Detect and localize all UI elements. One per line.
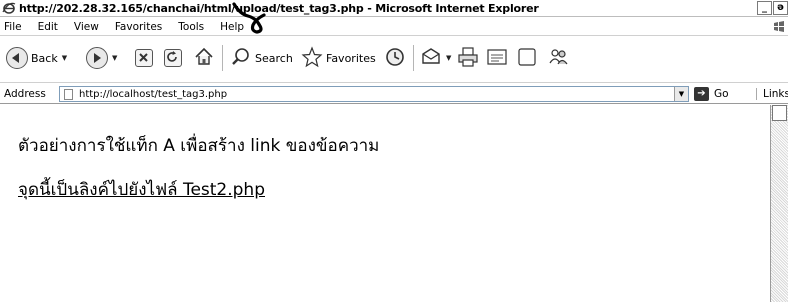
mail-icon — [420, 46, 442, 71]
menu-edit[interactable]: Edit — [30, 21, 66, 33]
forward-button[interactable]: ▼ — [86, 43, 117, 73]
title-bar: http://202.28.32.165/chanchai/html/uploa… — [0, 0, 788, 17]
star-icon — [301, 45, 323, 71]
chevron-down-icon: ▼ — [112, 54, 118, 62]
standard-toolbar: Back ▼ ▼ Search Favorites ▼ — [0, 37, 788, 83]
go-button[interactable]: ➔ Go — [694, 87, 729, 101]
page-heading: ตัวอย่างการใช้แท็ก A เพื่อสร้าง link ของ… — [18, 136, 380, 156]
history-button[interactable] — [384, 43, 406, 73]
menu-favorites[interactable]: Favorites — [107, 21, 170, 33]
print-button[interactable] — [457, 43, 479, 73]
messenger-icon — [547, 46, 569, 71]
favorites-label: Favorites — [326, 51, 376, 65]
discuss-button[interactable] — [516, 43, 538, 73]
go-arrow-icon: ➔ — [694, 87, 709, 101]
vertical-scrollbar[interactable] — [770, 105, 788, 302]
chevron-down-icon: ▼ — [446, 54, 452, 62]
edit-button[interactable] — [486, 43, 508, 73]
minimize-button[interactable]: _ — [757, 1, 772, 15]
menu-tools[interactable]: Tools — [170, 21, 212, 33]
back-arrow-icon — [6, 47, 28, 69]
stop-icon — [135, 49, 153, 67]
maximize-button[interactable]: ə — [773, 1, 788, 15]
note-icon — [516, 46, 538, 71]
search-label: Search — [255, 51, 293, 65]
back-label: Back — [31, 51, 58, 65]
toolbar-separator — [222, 45, 223, 71]
search-icon — [230, 46, 252, 71]
address-bar: Address http://localhost/test_tag3.php ▼… — [0, 84, 788, 104]
search-button[interactable]: Search — [230, 43, 293, 73]
address-input[interactable]: http://localhost/test_tag3.php ▼ — [59, 86, 689, 102]
scrollbar-up-button[interactable] — [772, 105, 787, 121]
favorites-button[interactable]: Favorites — [301, 43, 376, 73]
refresh-icon — [164, 49, 182, 67]
home-button[interactable] — [193, 43, 215, 73]
page-icon — [64, 89, 73, 100]
menu-view[interactable]: View — [66, 21, 107, 33]
messenger-button[interactable] — [547, 43, 569, 73]
toolbar-separator — [413, 45, 414, 71]
home-icon — [193, 46, 215, 71]
refresh-button[interactable] — [164, 43, 182, 73]
chevron-down-icon: ▼ — [61, 54, 68, 62]
address-url[interactable]: http://localhost/test_tag3.php — [79, 89, 227, 100]
edit-icon — [486, 46, 508, 71]
windows-logo-icon — [772, 20, 786, 34]
back-button[interactable]: Back ▼ — [6, 43, 67, 73]
internet-explorer-icon — [2, 1, 16, 15]
stop-button[interactable] — [135, 43, 153, 73]
window-title: http://202.28.32.165/chanchai/html/uploa… — [19, 1, 539, 15]
test2-link[interactable]: จุดนี้เป็นลิงค์ไปยังไฟล์ Test2.php — [18, 176, 265, 203]
address-dropdown-button[interactable]: ▼ — [674, 87, 688, 101]
print-icon — [457, 46, 479, 71]
menu-bar: File Edit View Favorites Tools Help — [0, 18, 788, 36]
page-content: ตัวอย่างการใช้แท็ก A เพื่อสร้าง link ของ… — [0, 105, 770, 302]
window-controls: _ ə — [757, 1, 788, 15]
forward-arrow-icon — [86, 47, 108, 69]
go-label: Go — [714, 88, 729, 100]
menu-help[interactable]: Help — [212, 21, 252, 33]
address-label: Address — [4, 88, 46, 100]
history-icon — [384, 46, 406, 71]
mail-button[interactable]: ▼ — [420, 43, 451, 73]
menu-file[interactable]: File — [0, 21, 30, 33]
links-button[interactable]: Links — [756, 88, 788, 100]
